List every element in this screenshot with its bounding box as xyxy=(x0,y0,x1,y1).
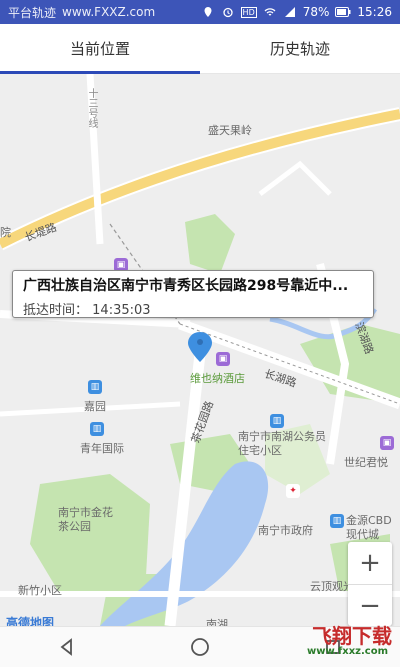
home-circle-icon xyxy=(191,638,209,656)
place-label-jinhua: 南宁市金花茶公园 xyxy=(58,506,113,533)
tab-current-location[interactable]: 当前位置 xyxy=(0,24,200,74)
place-label-gongwuyuan: 南宁市南湖公务员住宅小区 xyxy=(238,430,326,457)
bubble-address: 广西壮族自治区南宁市青秀区长园路298号靠近中... xyxy=(23,278,349,294)
bubble-time-value: 14:35:03 xyxy=(92,303,151,318)
watermark-main: 飞翔下载 xyxy=(312,624,392,648)
status-url-text: www.FXXZ.com xyxy=(62,5,156,19)
place-label-shiji: 世纪君悦 xyxy=(344,456,388,469)
place-label-nanhu: 南湖 xyxy=(206,618,228,626)
building-poi-icon-4: ▥ xyxy=(330,514,344,528)
place-label-shengtian: 盛天果岭 xyxy=(208,124,252,137)
alarm-icon xyxy=(222,7,233,18)
map-view[interactable]: 盛天果岭 长堤路 十三号线 院 ▣ ▣ 维也纳酒店 长湖路 滨湖路 ▥ 嘉园 ▥… xyxy=(0,74,400,626)
home-button[interactable] xyxy=(180,632,220,662)
bubble-time-row: 抵达时间： 14:35:03 xyxy=(23,299,363,318)
map-provider-logo: 高德地图 xyxy=(6,616,55,626)
watermark-sub: www.fxxz.com xyxy=(307,646,388,657)
status-left-text: 平台轨迹 xyxy=(8,5,57,20)
location-info-bubble[interactable]: 广西壮族自治区南宁市青秀区长园路298号靠近中... 抵达时间： 14:35:0… xyxy=(12,270,374,318)
road-label-13: 十三号线 xyxy=(86,88,97,128)
location-pin-icon xyxy=(188,332,212,362)
back-button[interactable] xyxy=(47,632,87,662)
tab-bar: 当前位置 历史轨迹 xyxy=(0,24,400,74)
place-label-partial: 院 xyxy=(0,226,11,239)
bubble-time-label: 抵达时间： xyxy=(23,303,89,318)
back-triangle-icon xyxy=(60,638,72,656)
hd-icon: HD xyxy=(240,6,257,18)
tab-history-track[interactable]: 历史轨迹 xyxy=(200,24,400,73)
battery-percent: 78% xyxy=(302,5,330,19)
hotel-poi-icon-2: ▣ xyxy=(216,352,230,366)
zoom-control: + − xyxy=(348,542,392,626)
building-poi-icon-3: ▥ xyxy=(270,414,284,428)
place-label-zhengfu: 南宁市政府 xyxy=(258,524,313,537)
signal-icon xyxy=(284,7,295,17)
place-label-jiayuan: 嘉园 xyxy=(84,400,106,413)
wifi-icon xyxy=(264,8,276,16)
location-icon xyxy=(204,7,212,17)
place-label-weiye: 维也纳酒店 xyxy=(190,372,245,385)
zoom-in-button[interactable]: + xyxy=(348,542,392,584)
battery-icon xyxy=(335,7,351,17)
place-label-jinyuan: 金源CBD现代城 xyxy=(346,514,392,541)
building-poi-icon: ▥ xyxy=(88,380,102,394)
map-canvas xyxy=(0,74,400,626)
building-poi-icon-2: ▥ xyxy=(90,422,104,436)
status-time: 15:26 xyxy=(357,5,392,19)
hotel-poi-icon-3: ▣ xyxy=(380,436,394,450)
gov-poi-icon: ✦ xyxy=(286,484,300,498)
place-label-qingnian: 青年国际 xyxy=(80,442,124,455)
place-label-xinzhu: 新竹小区 xyxy=(18,584,62,597)
status-bar: 平台轨迹 www.FXXZ.com HD 78% 15:26 xyxy=(0,0,400,24)
